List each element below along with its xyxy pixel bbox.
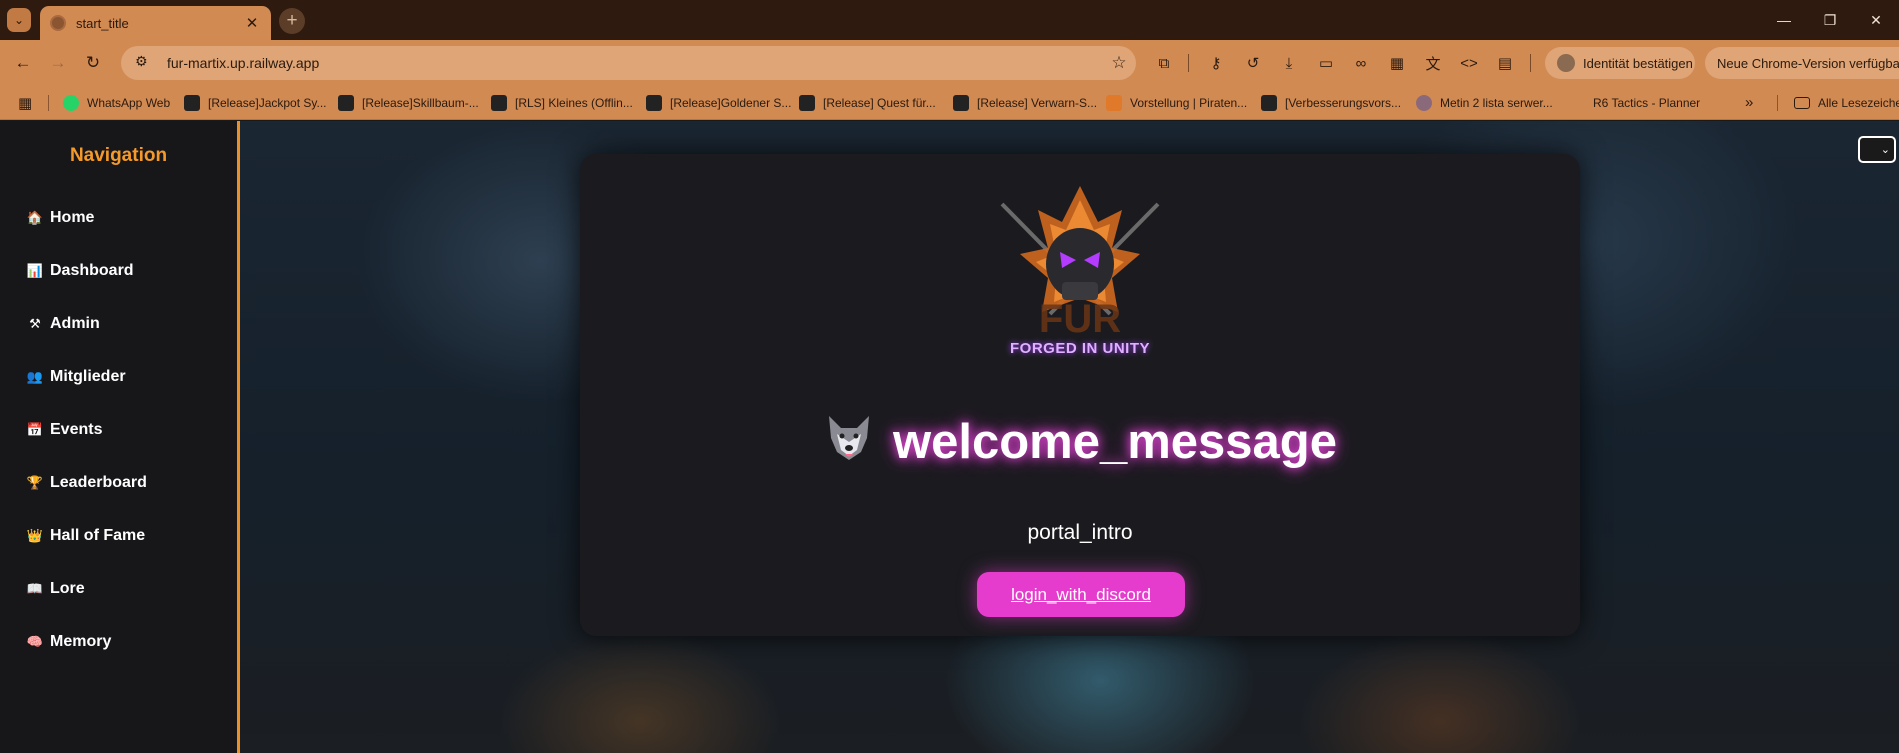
tab-search-button[interactable]: ⌄ [7, 8, 31, 32]
globe-icon [50, 15, 66, 31]
chevron-down-icon: ⌄ [1880, 144, 1890, 156]
back-button[interactable]: ← [10, 50, 36, 76]
sidebar-toggle-icon[interactable]: ▤ [1494, 52, 1516, 74]
identity-pill[interactable]: Identität bestätigen [1545, 47, 1695, 79]
download-icon[interactable]: ⤓ [1278, 52, 1300, 74]
new-tab-button[interactable]: + [279, 8, 305, 34]
forum-icon [184, 95, 200, 111]
sidebar-item-home[interactable]: 🏠 Home [0, 191, 237, 244]
code-icon[interactable]: <> [1458, 52, 1480, 74]
translate-icon[interactable]: 文 [1422, 52, 1444, 74]
update-pill-label: Neue Chrome-Version verfügbar [1717, 55, 1899, 71]
tab-bar: ⌄ start_title ✕ + — ❐ ✕ [0, 0, 1899, 40]
bookmark-item[interactable]: Vorstellung | Piraten... [1106, 92, 1247, 114]
sidebar-title: Navigation [69, 145, 168, 166]
update-pill[interactable]: Neue Chrome-Version verfügbar [1705, 47, 1899, 79]
qr-code-icon[interactable]: ▦ [1386, 52, 1408, 74]
cast-icon[interactable]: ▭ [1315, 52, 1337, 74]
sidebar-item-memory[interactable]: 🧠 Memory [0, 615, 237, 668]
tab-title: start_title [76, 15, 129, 31]
close-tab-icon[interactable]: ✕ [243, 14, 261, 32]
forward-button[interactable]: → [45, 50, 71, 76]
tools-icon: ⚒ [29, 315, 41, 331]
restore-button[interactable]: ❐ [1807, 0, 1853, 40]
book-icon: 📖 [26, 580, 44, 596]
sidebar-item-hall-of-fame[interactable]: 👑 Hall of Fame [0, 509, 237, 562]
calendar-icon: 📅 [26, 421, 44, 437]
address-bar[interactable]: ⚙ fur-martix.up.railway.app ☆ [121, 46, 1136, 80]
bookmark-star-icon[interactable]: ☆ [1102, 53, 1136, 73]
metin-icon [1416, 95, 1432, 111]
link-icon[interactable]: ∞ [1350, 52, 1372, 74]
clan-logo: FUR FORGED IN UNITY [990, 182, 1170, 377]
sidebar: Navigation 🏠 Home 📊 Dashboard ⚒ Admin 👥 … [0, 121, 240, 753]
welcome-heading: welcome_message [580, 412, 1580, 470]
forum-icon [338, 95, 354, 111]
svg-text:FUR: FUR [1039, 297, 1121, 341]
page-content: Navigation 🏠 Home 📊 Dashboard ⚒ Admin 👥 … [0, 121, 1899, 753]
sidebar-item-events[interactable]: 📅 Events [0, 403, 237, 456]
forum-icon [1261, 95, 1277, 111]
bookmark-item[interactable]: R6 Tactics - Planner [1593, 92, 1700, 114]
wolf-icon [829, 416, 869, 460]
bookmark-item[interactable]: [Release]Goldener S... [646, 92, 791, 114]
language-select[interactable]: ⌄ [1858, 136, 1896, 163]
more-bookmarks-icon[interactable]: » [1745, 94, 1753, 111]
browser-tab[interactable]: start_title ✕ [40, 6, 271, 40]
sidebar-item-dashboard[interactable]: 📊 Dashboard [0, 244, 237, 297]
minimize-button[interactable]: — [1761, 0, 1807, 40]
sidebar-item-leaderboard[interactable]: 🏆 Leaderboard [0, 456, 237, 509]
window-controls: — ❐ ✕ [1761, 0, 1899, 40]
sidebar-item-mitglieder[interactable]: 👥 Mitglieder [0, 350, 237, 403]
sidebar-item-lore[interactable]: 📖 Lore [0, 562, 237, 615]
history-icon[interactable]: ↺ [1242, 52, 1264, 74]
bar-chart-icon: 📊 [26, 262, 44, 278]
all-bookmarks-folder[interactable]: Alle Lesezeichen [1794, 92, 1899, 114]
bookmark-item[interactable]: [Release] Quest für... [799, 92, 936, 114]
bookmark-item[interactable]: [RLS] Kleines (Offlin... [491, 92, 633, 114]
url-text[interactable]: fur-martix.up.railway.app [167, 55, 1102, 71]
trophy-icon: 🏆 [26, 474, 44, 490]
crown-icon: 👑 [26, 527, 44, 543]
portal-intro: portal_intro [1027, 521, 1133, 544]
bookmark-item[interactable]: [Verbesserungsvors... [1261, 92, 1401, 114]
extensions-icon[interactable]: ⧉ [1153, 52, 1175, 74]
close-window-button[interactable]: ✕ [1853, 0, 1899, 40]
brain-icon: 🧠 [26, 633, 44, 649]
bookmark-item[interactable]: Metin 2 lista serwer... [1416, 92, 1553, 114]
identity-pill-label: Identität bestätigen [1583, 55, 1693, 71]
reload-button[interactable]: ↻ [80, 50, 106, 76]
welcome-text: welcome_message [893, 415, 1337, 469]
forum-icon [799, 95, 815, 111]
bookmark-item[interactable]: WhatsApp Web [63, 92, 170, 114]
forum-icon [953, 95, 969, 111]
sidebar-item-admin[interactable]: ⚒ Admin [0, 297, 237, 350]
bookmarks-bar: ▦ WhatsApp Web [Release]Jackpot Sy... [R… [0, 86, 1899, 120]
logo-tagline: FORGED IN UNITY [1009, 340, 1150, 357]
browser-toolbar: ← → ↻ ⚙ fur-martix.up.railway.app ☆ ⧉ ⚷ … [0, 40, 1899, 86]
forum-icon [491, 95, 507, 111]
login-with-discord-button[interactable]: login_with_discord [977, 572, 1185, 617]
people-icon: 👥 [26, 368, 44, 384]
forum-icon [646, 95, 662, 111]
house-icon: 🏠 [26, 209, 44, 225]
bookmark-item[interactable]: [Release] Verwarn-S... [953, 92, 1097, 114]
avatar [1557, 54, 1575, 72]
pirate-icon [1106, 95, 1122, 111]
bookmark-item[interactable]: [Release]Jackpot Sy... [184, 92, 327, 114]
welcome-card: FUR FORGED IN UNITY welcome_message port… [580, 154, 1580, 636]
apps-grid-icon[interactable]: ▦ [18, 94, 32, 112]
site-info-icon[interactable]: ⚙ [135, 53, 155, 73]
whatsapp-icon [63, 95, 79, 111]
folder-icon [1794, 97, 1810, 109]
bookmark-item[interactable]: [Release]Skillbaum-... [338, 92, 479, 114]
password-key-icon[interactable]: ⚷ [1205, 52, 1227, 74]
